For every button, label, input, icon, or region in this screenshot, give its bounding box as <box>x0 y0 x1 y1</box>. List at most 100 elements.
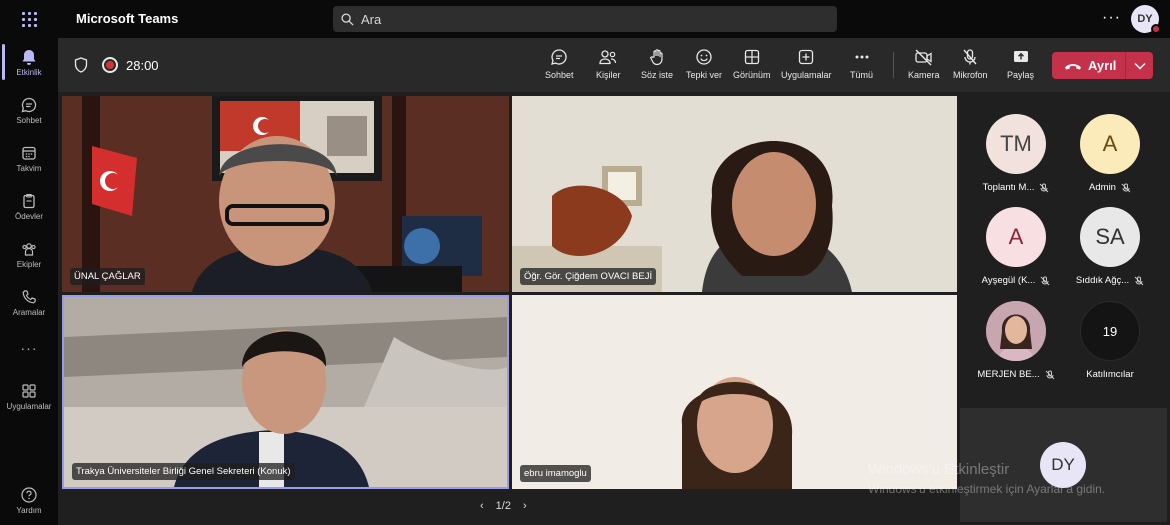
video-tile[interactable]: ÜNAL ÇAĞLAR <box>62 96 509 292</box>
mic-off-icon <box>1134 276 1144 285</box>
participants-overflow-button[interactable]: 19 Katılımcılar <box>1060 301 1160 380</box>
leave-label: Ayrıl <box>1088 58 1117 73</box>
mic-off-icon <box>1121 183 1131 192</box>
apps-icon <box>22 384 36 398</box>
leave-main[interactable]: Ayrıl <box>1052 52 1126 79</box>
waffle-icon <box>21 11 37 27</box>
rail-item-apps[interactable]: Uygulamalar <box>0 382 58 411</box>
people-button[interactable]: Kişiler <box>596 48 621 80</box>
page-indicator: 1/2 <box>495 500 511 512</box>
add-app-icon <box>799 49 814 65</box>
participants-count: 19 <box>1080 301 1140 361</box>
rail-item-calendar[interactable]: Takvim <box>0 144 58 173</box>
react-label: Tepki ver <box>686 70 723 80</box>
raise-hand-button[interactable]: Söz iste <box>641 48 673 80</box>
toolbar-divider <box>893 52 894 78</box>
share-screen-icon <box>1013 51 1028 62</box>
rail-label: Sohbet <box>16 116 42 125</box>
app-rail: Etkinlik Sohbet Takvim Ödevler Ekipler A… <box>0 38 58 525</box>
meeting-timer: 28:00 <box>126 58 159 73</box>
user-initials: DY <box>1137 13 1153 25</box>
mic-off-icon <box>1045 370 1054 379</box>
participants-label: Katılımcılar <box>1086 369 1134 380</box>
camera-button[interactable]: Kamera <box>908 48 940 80</box>
participant-name: Sıddık Ağç... <box>1075 275 1130 286</box>
activation-watermark-title: Windows'u Etkinleştir <box>868 461 1010 478</box>
presence-busy-icon <box>1151 24 1161 34</box>
rail-label: Yardım <box>16 506 42 515</box>
more-actions-button[interactable]: Tümü <box>850 48 873 80</box>
teams-icon <box>22 243 36 256</box>
roster-participant[interactable]: A Ayşegül (K... <box>966 207 1066 286</box>
mic-label: Mikrofon <box>953 70 988 80</box>
chat-label: Sohbet <box>545 70 574 80</box>
rail-item-activity[interactable]: Etkinlik <box>0 44 58 80</box>
participant-photo-avatar <box>986 301 1046 361</box>
calendar-icon <box>22 146 36 160</box>
chat-button[interactable]: Sohbet <box>545 48 574 80</box>
video-tile[interactable]: Öğr. Gör. Çiğdem OVACI BEJİ <box>512 96 957 292</box>
leave-options-button[interactable] <box>1126 62 1153 70</box>
gallery-pager: ‹ 1/2 › <box>480 500 527 512</box>
recording-icon <box>102 57 118 73</box>
chevron-left-icon[interactable]: ‹ <box>480 500 484 512</box>
roster-participant[interactable]: A Admin <box>1060 114 1160 193</box>
user-avatar[interactable]: DY <box>1131 5 1161 34</box>
rail-item-chat[interactable]: Sohbet <box>0 96 58 125</box>
participant-name-tag: Öğr. Gör. Çiğdem OVACI BEJİ <box>520 268 657 285</box>
chevron-right-icon[interactable]: › <box>523 500 527 512</box>
app-launcher-button[interactable] <box>0 0 58 38</box>
rail-label: Etkinlik <box>16 68 42 77</box>
meeting-toolbar: 28:00 Sohbet Kişiler Söz iste Tepki ver … <box>58 38 1170 92</box>
share-label: Paylaş <box>1007 70 1035 80</box>
rail-item-help[interactable]: Yardım <box>0 486 58 515</box>
smiley-icon <box>696 49 712 65</box>
shield-icon[interactable] <box>74 57 88 73</box>
participant-avatar: A <box>986 207 1046 267</box>
rail-item-teams[interactable]: Ekipler <box>0 240 58 269</box>
participant-avatar: A <box>1080 114 1140 174</box>
mic-button[interactable]: Mikrofon <box>953 48 988 80</box>
video-tile-active-speaker[interactable]: Trakya Üniversiteler Birliği Genel Sekre… <box>62 295 509 489</box>
roster-participant[interactable]: SA Sıddık Ağç... <box>1060 207 1160 286</box>
rail-label: Aramalar <box>12 308 46 317</box>
grid-view-icon <box>744 49 759 65</box>
title-bar: Microsoft Teams ··· DY <box>0 0 1170 38</box>
more-options-icon[interactable]: ··· <box>1102 9 1121 27</box>
search-input[interactable] <box>361 11 801 27</box>
phone-icon <box>22 290 36 304</box>
participant-video <box>62 96 509 292</box>
rail-label: Takvim <box>16 164 42 173</box>
raise-hand-icon <box>650 49 663 66</box>
participant-name-tag: ebru imamoglu <box>520 465 591 482</box>
rail-item-assignments[interactable]: Ödevler <box>0 192 58 221</box>
roster-participant[interactable]: MERJEN BE... <box>966 301 1066 380</box>
assignments-icon <box>23 193 35 209</box>
participant-name: Admin <box>1089 182 1116 193</box>
rail-label: Uygulamalar <box>6 402 52 411</box>
view-button[interactable]: Görünüm <box>733 48 771 80</box>
participant-name-tag: ÜNAL ÇAĞLAR <box>70 268 145 285</box>
participant-avatar: TM <box>986 114 1046 174</box>
share-button[interactable]: Paylaş <box>1007 48 1034 80</box>
camera-off-icon <box>915 49 932 66</box>
leave-button[interactable]: Ayrıl <box>1052 52 1153 79</box>
search-box[interactable] <box>333 6 837 32</box>
raise-hand-label: Söz iste <box>641 70 674 80</box>
video-tile[interactable]: ebru imamoglu <box>512 295 957 489</box>
participant-name: MERJEN BE... <box>977 369 1040 380</box>
video-stage: ÜNAL ÇAĞLAR Öğr. Gör. Çiğdem OVACI BEJİ <box>58 92 960 525</box>
apps-button[interactable]: Uygulamalar <box>781 48 832 80</box>
participant-name: Ayşegül (K... <box>981 275 1036 286</box>
rail-item-calls[interactable]: Aramalar <box>0 288 58 317</box>
more-dots-icon <box>855 55 868 59</box>
help-icon <box>21 487 37 503</box>
hang-up-icon <box>1065 63 1081 69</box>
participant-video <box>512 295 957 489</box>
react-button[interactable]: Tepki ver <box>686 48 722 80</box>
participant-video <box>64 297 507 487</box>
chat-icon <box>551 49 567 65</box>
roster-participant[interactable]: TM Toplantı M... <box>966 114 1066 193</box>
participant-name: Toplantı M... <box>982 182 1035 193</box>
more-apps-icon[interactable]: ··· <box>0 340 58 356</box>
